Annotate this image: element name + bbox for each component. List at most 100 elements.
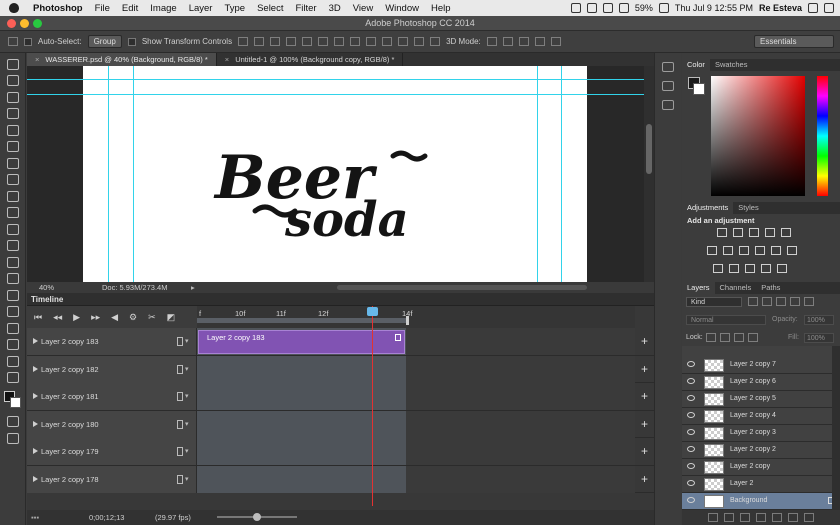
dropdown-arrow-icon[interactable]: ▾ [185,392,189,400]
menu-image[interactable]: Image [144,3,182,14]
previous-frame-icon[interactable]: ◂◂ [53,312,62,323]
3d-pan-icon[interactable] [518,37,529,46]
track-header[interactable]: Layer 2 copy 180 ▾ [27,410,197,438]
dropdown-arrow-icon[interactable]: ▾ [185,475,189,483]
layer-row-selected[interactable]: Background [682,493,832,510]
layer-row[interactable]: Layer 2 copy 3 [682,425,832,442]
visibility-eye-icon[interactable] [687,480,695,486]
guide-vertical[interactable] [537,66,538,282]
zoom-window-button[interactable] [33,19,42,28]
layer-thumbnail[interactable] [704,495,724,508]
type-tool-icon[interactable] [7,306,19,317]
visibility-eye-icon[interactable] [687,412,695,418]
layer-row[interactable]: Layer 2 copy 6 [682,374,832,391]
layer-row[interactable]: Layer 2 [682,476,832,493]
rectangle-tool-icon[interactable] [7,339,19,350]
threshold-icon[interactable] [745,264,755,273]
volume-icon[interactable] [618,3,629,13]
tab-color[interactable]: Color [682,59,710,71]
timeline-track[interactable]: Layer 2 copy 180 ▾ + [27,410,654,438]
filmstrip-icon[interactable] [177,392,183,401]
vibrance-triangle-icon[interactable] [781,228,791,237]
3d-roll-icon[interactable] [502,37,513,46]
menu-view[interactable]: View [347,3,379,14]
dropdown-arrow-icon[interactable]: ▾ [185,337,189,345]
distribute-right-icon[interactable] [414,37,425,46]
layer-name[interactable]: Layer 2 copy 2 [730,446,776,453]
menu-help[interactable]: Help [425,3,457,14]
workspace-dropdown[interactable]: Essentials [754,35,834,48]
new-layer-icon[interactable] [788,513,798,522]
add-media-button[interactable]: + [635,438,654,465]
timeline-track[interactable]: Layer 2 copy 182 ▾ + [27,355,654,383]
lock-transparency-icon[interactable] [706,333,716,342]
guide-vertical[interactable] [561,66,562,282]
clone-stamp-tool-icon[interactable] [7,190,19,202]
track-lane[interactable] [197,410,635,438]
expand-triangle-icon[interactable] [33,393,38,399]
new-group-icon[interactable] [772,513,782,522]
layer-row[interactable]: Layer 2 copy [682,459,832,476]
close-icon[interactable]: × [225,55,229,64]
brightness-contrast-icon[interactable] [717,228,727,237]
trash-icon[interactable] [804,513,814,522]
dropdown-arrow-icon[interactable]: ▾ [185,365,189,373]
timeline-track[interactable]: Layer 2 copy 178 ▾ + [27,465,654,493]
canvas-horizontal-scrollbar[interactable] [337,285,587,290]
track-header[interactable]: Layer 2 copy 182 ▾ [27,355,197,383]
menu-select[interactable]: Select [251,3,289,14]
quick-select-tool-icon[interactable] [7,108,19,119]
hue-saturation-icon[interactable] [707,246,717,255]
layer-thumbnail[interactable] [704,376,724,389]
add-media-button[interactable]: + [635,383,654,410]
menu-edit[interactable]: Edit [116,3,144,14]
add-media-button[interactable]: + [635,356,654,383]
distribute-left-icon[interactable] [382,37,393,46]
guide-horizontal[interactable] [27,94,644,95]
tab-channels[interactable]: Channels [715,282,757,294]
auto-align-icon[interactable] [430,37,441,46]
screen-mode-icon[interactable] [7,432,19,444]
track-header[interactable]: Layer 2 copy 178 ▾ [27,465,197,493]
expand-triangle-icon[interactable] [33,475,38,482]
guide-vertical[interactable] [108,66,109,282]
3d-scale-icon[interactable] [550,37,561,46]
menu-window[interactable]: Window [379,3,425,14]
wifi-icon[interactable] [602,3,613,13]
layer-thumbnail[interactable] [704,359,724,372]
layer-clip[interactable]: Layer 2 copy 183 [198,330,405,354]
layer-thumbnail[interactable] [704,427,724,440]
properties-panel-icon[interactable] [662,81,674,91]
clock[interactable]: Thu Jul 9 12:55 PM [675,3,753,13]
align-hcenter-icon[interactable] [302,37,313,46]
track-header[interactable]: Layer 2 copy 181 ▾ [27,383,197,410]
filter-smart-object-icon[interactable] [804,297,814,306]
filter-type-icon[interactable] [776,297,786,306]
filmstrip-icon[interactable] [177,419,183,429]
spotlight-icon[interactable] [808,3,818,13]
expand-triangle-icon[interactable] [33,448,38,454]
layer-thumbnail[interactable] [704,461,724,474]
sync-icon[interactable] [586,3,597,13]
track-lane[interactable] [197,438,635,465]
layers-scrollbar[interactable] [832,346,840,510]
battery-percent[interactable]: 59% [635,3,653,13]
timeline-title[interactable]: Timeline [31,295,63,304]
apple-icon[interactable] [9,3,19,13]
close-icon[interactable]: × [35,55,39,64]
menu-type[interactable]: Type [218,3,251,14]
move-tool-icon[interactable] [8,37,18,46]
dropdown-arrow-icon[interactable]: ▾ [185,420,189,428]
align-right-icon[interactable] [318,37,329,46]
track-lane[interactable] [197,383,635,410]
posterize-icon[interactable] [729,264,739,273]
color-balance-icon[interactable] [723,246,733,255]
scroll-thumb[interactable] [646,124,652,174]
filter-pixel-icon[interactable] [748,297,758,306]
zoom-slider-thumb[interactable] [253,513,261,521]
blend-mode-dropdown[interactable]: Normal [686,315,766,325]
color-lookup-icon[interactable] [787,246,797,255]
lock-position-icon[interactable] [734,333,744,342]
lock-pixels-icon[interactable] [720,333,730,342]
layer-name[interactable]: Layer 2 copy 5 [730,395,776,402]
